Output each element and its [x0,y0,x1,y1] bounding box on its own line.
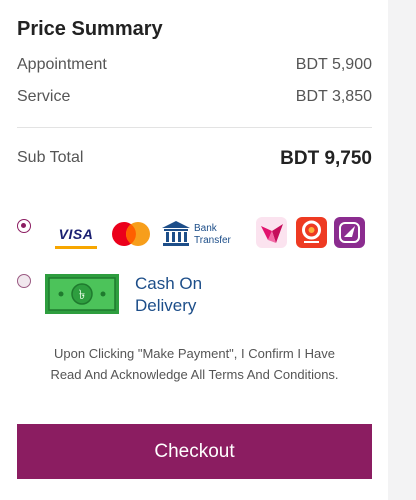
page-gutter [388,0,416,500]
cod-label-line1: Cash On [135,274,203,293]
online-payment-radio[interactable] [17,219,31,233]
visa-logo-text: VISA [58,226,94,242]
visa-icon: VISA [55,224,97,249]
line-item-value: BDT 5,900 [295,56,372,73]
svg-text:৳: ৳ [79,288,85,303]
mastercard-icon [112,222,150,246]
nagad-icon [296,217,327,248]
bank-transfer-label: Bank Transfer [194,223,231,247]
line-item-label: Appointment [17,56,107,73]
line-item-value: BDT 3,850 [295,88,372,105]
summary-divider [17,127,372,128]
bank-transfer-line2: Transfer [194,235,231,246]
cash-icon: ৳ [45,274,119,314]
cash-on-delivery-label[interactable]: Cash On Delivery [135,273,202,317]
price-summary-panel: Price Summary Appointment BDT 5,900 Serv… [17,0,372,500]
subtotal-label: Sub Total [17,149,84,166]
subtotal-value: BDT 9,750 [280,148,372,169]
terms-notice: Upon Clicking "Make Payment", I Confirm … [17,343,372,385]
price-summary-title: Price Summary [17,18,163,40]
terms-line1: Upon Clicking "Make Payment", I Confirm … [54,346,335,361]
terms-line2: Read And Acknowledge All Terms And Condi… [50,367,339,382]
checkout-button[interactable]: Checkout [17,424,372,479]
bank-transfer-line1: Bank [194,223,217,234]
cod-label-line2: Delivery [135,296,197,315]
bank-icon [162,221,190,246]
line-item-label: Service [17,88,71,105]
cash-on-delivery-radio[interactable] [17,274,31,288]
bkash-icon [256,217,287,248]
payment-methods-logos[interactable]: VISA Bank Transfer [55,214,375,252]
rocket-icon [334,217,365,248]
